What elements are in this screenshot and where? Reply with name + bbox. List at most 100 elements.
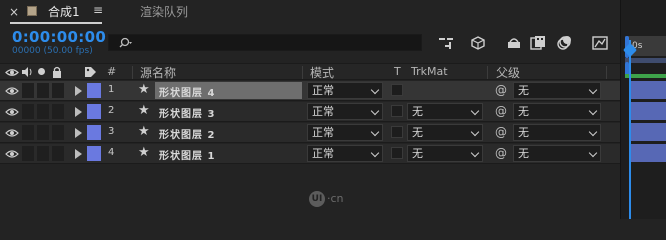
layer-number: 1 [108,84,115,95]
column-source-name-header[interactable]: 源名称 [140,64,176,81]
parent-pick-whip-icon[interactable]: @ [495,104,507,118]
tab-menu-icon[interactable]: ≡ [93,3,103,17]
close-tab-icon[interactable]: × [9,5,19,19]
visibility-eye-icon[interactable] [5,127,19,139]
layer-row[interactable]: 2 ★ 形状图层 3 正常 无 @ 无 [0,102,620,122]
audio-toggle[interactable] [22,146,34,161]
trkmat-value: 无 [412,147,423,160]
tab-render-queue[interactable]: 渲染队列 [140,3,188,20]
label-tag-icon[interactable] [84,66,97,78]
mode-dropdown[interactable]: 正常 [307,103,383,120]
audio-toggle[interactable] [22,104,34,119]
trkmat-dropdown[interactable]: 无 [407,124,483,141]
lock-icon[interactable] [52,66,62,78]
solo-toggle[interactable] [37,146,49,161]
chevron-down-icon [370,85,380,95]
frame-blending-icon[interactable] [528,33,548,53]
chevron-down-icon [470,127,480,137]
layer-number: 3 [108,126,115,137]
search-icon [119,37,132,48]
layer-name[interactable]: 形状图层 2 [159,126,215,141]
layer-number: 2 [108,105,115,116]
parent-dropdown[interactable]: 无 [513,103,601,120]
layer-search-input[interactable] [108,34,422,51]
parent-dropdown[interactable]: 无 [513,82,601,99]
audio-speaker-icon[interactable] [21,66,33,78]
preserve-transparency-checkbox[interactable] [391,105,403,117]
work-area-bar[interactable] [625,74,666,78]
current-time-display[interactable]: 0:00:00:00 [12,28,106,46]
watermark-text: ·cn [327,192,344,205]
solo-toggle[interactable] [37,125,49,140]
label-color-swatch[interactable] [87,146,101,161]
preserve-transparency-checkbox[interactable] [391,126,403,138]
trkmat-dropdown[interactable]: 无 [407,103,483,120]
audio-toggle[interactable] [22,125,34,140]
trkmat-dropdown[interactable]: 无 [407,145,483,162]
visibility-eye-icon[interactable] [5,85,19,97]
column-separator [487,66,488,79]
expand-arrow-icon[interactable] [75,86,82,96]
layer-row[interactable]: 3 ★ 形状图层 2 正常 无 @ 无 [0,123,620,143]
label-color-swatch[interactable] [87,104,101,119]
expand-arrow-icon[interactable] [75,107,82,117]
column-number-header: # [107,65,117,78]
layer-duration-bar[interactable] [629,144,666,162]
preserve-transparency-checkbox[interactable] [391,84,403,96]
parent-pick-whip-icon[interactable]: @ [495,146,507,160]
comp-flowchart-icon[interactable] [436,33,456,53]
layer-name[interactable]: 形状图层 3 [159,105,215,120]
lock-toggle[interactable] [52,125,64,140]
draft-3d-icon[interactable] [468,33,488,53]
solo-toggle[interactable] [37,83,49,98]
mode-dropdown[interactable]: 正常 [307,82,383,99]
layer-row[interactable]: 1 ★ 形状图层 4 正常 @ 无 [0,81,620,101]
chevron-down-icon [588,127,598,137]
watermark-logo: UI [309,191,325,207]
audio-toggle[interactable] [22,83,34,98]
chevron-down-icon [470,148,480,158]
lock-toggle[interactable] [52,83,64,98]
expand-arrow-icon[interactable] [75,128,82,138]
label-color-swatch[interactable] [87,83,101,98]
parent-pick-whip-icon[interactable]: @ [495,125,507,139]
parent-value: 无 [518,147,529,160]
chevron-down-icon [470,106,480,116]
video-eye-icon[interactable] [5,67,19,78]
layer-name[interactable]: 形状图层 1 [159,147,215,162]
layer-name[interactable]: 形状图层 4 [159,84,215,99]
layer-duration-bar[interactable] [629,102,666,120]
mode-value: 正常 [312,147,334,160]
tab-composition[interactable]: 合成1 [48,3,80,20]
playhead-line[interactable] [629,40,631,219]
solo-toggle[interactable] [37,104,49,119]
composition-swatch-icon [27,6,37,16]
time-navigator[interactable] [625,58,666,63]
graph-editor-icon[interactable] [590,33,610,53]
trkmat-value: 无 [412,105,423,118]
label-color-swatch[interactable] [87,125,101,140]
motion-blur-icon[interactable] [554,33,574,53]
solo-icon[interactable] [38,68,45,75]
preserve-transparency-checkbox[interactable] [391,147,403,159]
active-tab-indicator [10,22,102,24]
layer-duration-bar[interactable] [629,123,666,141]
expand-arrow-icon[interactable] [75,149,82,159]
shy-layers-icon[interactable] [504,33,524,53]
visibility-eye-icon[interactable] [5,148,19,160]
layer-row[interactable]: 4 ★ 形状图层 1 正常 无 @ 无 [0,144,620,164]
trkmat-value: 无 [412,126,423,139]
lock-toggle[interactable] [52,146,64,161]
mode-dropdown[interactable]: 正常 [307,145,383,162]
parent-dropdown[interactable]: 无 [513,145,601,162]
mode-dropdown[interactable]: 正常 [307,124,383,141]
lock-toggle[interactable] [52,104,64,119]
parent-pick-whip-icon[interactable]: @ [495,83,507,97]
visibility-eye-icon[interactable] [5,106,19,118]
parent-dropdown[interactable]: 无 [513,124,601,141]
timeline-panel: 0s [620,0,666,219]
layer-duration-bar[interactable] [629,81,666,99]
shape-layer-star-icon: ★ [138,82,150,97]
column-mode-header: 模式 [310,66,335,80]
mode-value: 正常 [312,126,334,139]
